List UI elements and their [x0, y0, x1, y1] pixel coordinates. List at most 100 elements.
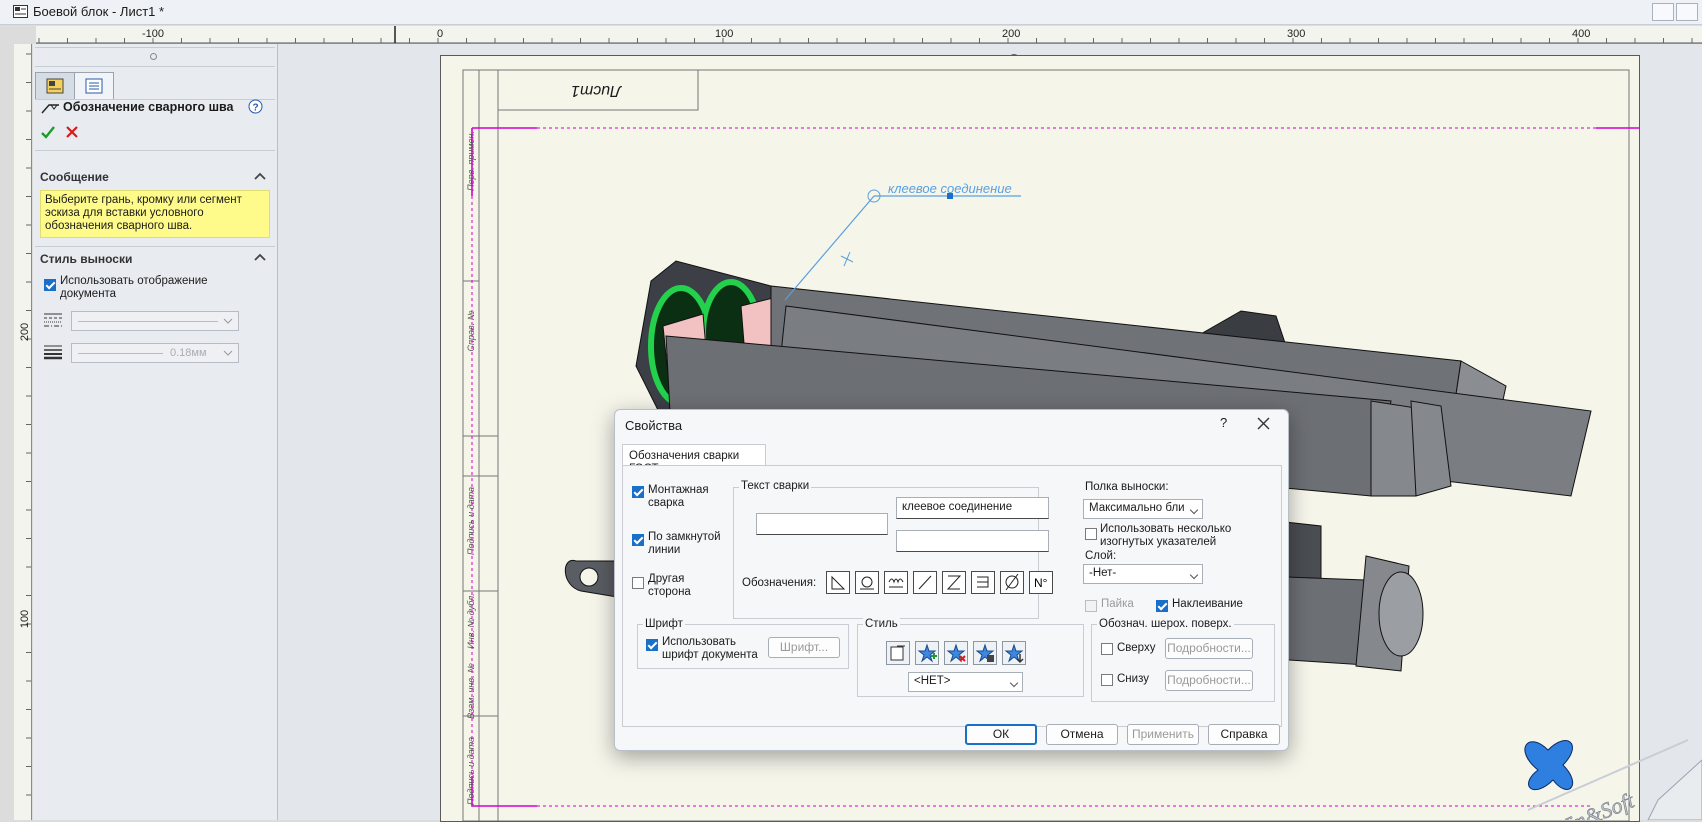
weld-text-field-3[interactable]	[896, 530, 1049, 552]
close-icon[interactable]	[1257, 417, 1270, 430]
app-icon	[13, 5, 28, 18]
property-manager-panel: Обозначение сварного шва ? Сообщение Выб…	[33, 44, 286, 820]
leader-shelf-select[interactable]: Максимально бли	[1083, 499, 1203, 519]
dialog-help-button[interactable]: ?	[1220, 415, 1227, 430]
line-thickness-icon	[44, 345, 62, 360]
use-doc-font-checkbox[interactable]	[646, 639, 658, 651]
chevron-down-icon	[1189, 505, 1199, 515]
multi-leaders-checkbox[interactable]	[1085, 528, 1097, 540]
roughness-top-checkbox[interactable]	[1101, 643, 1113, 655]
svg-text:N°: N°	[1034, 576, 1048, 590]
line-thickness-value: 0.18мм	[170, 347, 207, 359]
gluing-label: Наклеивание	[1172, 598, 1243, 610]
help-button[interactable]: Справка	[1208, 724, 1280, 745]
symbol-diameter-button[interactable]	[1000, 571, 1024, 594]
tab-feature-tree[interactable]	[74, 72, 114, 100]
ok-button[interactable]: ОК	[965, 724, 1037, 745]
dialog-title: Свойства	[625, 418, 683, 433]
z-icon	[946, 575, 962, 590]
load-style-button[interactable]	[1002, 641, 1026, 665]
add-style-button[interactable]	[915, 641, 939, 665]
wave-icon	[888, 578, 904, 588]
chevron-down-icon	[223, 318, 233, 324]
ruler-ticks	[26, 53, 31, 796]
svg-text:?: ?	[253, 103, 259, 114]
help-icon[interactable]: ?	[248, 99, 263, 114]
style-group-label: Стиль	[863, 618, 900, 630]
line-style-select[interactable]	[71, 311, 239, 331]
ruler-label: 0	[437, 28, 444, 40]
symbol-z-button[interactable]	[942, 571, 966, 594]
divider	[35, 47, 275, 48]
line-thickness-select[interactable]: 0.18мм	[71, 343, 239, 363]
properties-dialog: Свойства ? Обозначения сварки ГОСТ Монта…	[614, 409, 1289, 751]
slash-icon	[918, 575, 932, 590]
other-side-checkbox[interactable]	[632, 577, 644, 589]
ruler-label: -100	[142, 28, 165, 40]
ruler-label: 100	[715, 28, 734, 40]
cancel-x-icon[interactable]	[66, 126, 78, 138]
collapse-chevron-icon[interactable]	[254, 253, 266, 261]
use-doc-font-label: Использовать шрифт документа	[662, 636, 758, 661]
delete-style-button[interactable]	[944, 641, 968, 665]
save-style-button[interactable]	[973, 641, 997, 665]
mount-weld-label: Монтажная сварка	[648, 484, 709, 509]
style-select[interactable]: <НЕТ>	[908, 672, 1023, 692]
other-side-label: Другая сторона	[648, 573, 691, 598]
solder-checkbox[interactable]	[1085, 600, 1097, 612]
symbol-number-button[interactable]: N°	[1029, 571, 1053, 594]
diameter-icon	[1005, 573, 1019, 591]
close-window-button[interactable]	[1676, 3, 1698, 21]
chevron-down-icon	[223, 350, 233, 356]
mount-weld-checkbox[interactable]	[632, 486, 644, 498]
bracket-icon	[977, 576, 989, 588]
roughness-bottom-checkbox[interactable]	[1101, 674, 1113, 686]
weld-text-field-2[interactable]: клеевое соединение	[896, 497, 1049, 519]
ruler-label: 100	[19, 609, 32, 629]
roughness-bottom-label: Снизу	[1117, 673, 1149, 685]
property-manager-icon	[46, 78, 64, 94]
load-star-icon	[1004, 643, 1024, 664]
symbol-fillet-button[interactable]	[826, 571, 850, 594]
apply-button[interactable]: Применить	[1127, 724, 1199, 745]
ok-check-icon[interactable]	[41, 126, 55, 139]
add-star-icon	[917, 643, 937, 663]
designations-label: Обозначения:	[742, 577, 817, 589]
window-title: Боевой блок - Лист1 *	[33, 4, 165, 19]
tab-property-manager[interactable]	[35, 72, 75, 100]
apply-style-icon	[890, 645, 905, 661]
symbol-circle-button[interactable]	[855, 571, 879, 594]
symbol-slash-button[interactable]	[913, 571, 937, 594]
weld-text-field-1[interactable]	[756, 513, 888, 535]
collapse-chevron-icon[interactable]	[254, 172, 266, 180]
fillet-weld-icon	[831, 575, 846, 590]
roughness-bottom-details-button[interactable]: Подробности...	[1165, 670, 1253, 691]
ruler-label: 200	[19, 322, 32, 342]
gluing-checkbox[interactable]	[1156, 600, 1168, 612]
font-button[interactable]: Шрифт...	[768, 637, 840, 658]
tab-gost-weld-symbols[interactable]: Обозначения сварки ГОСТ	[622, 444, 766, 475]
closed-line-checkbox[interactable]	[632, 534, 644, 546]
restore-window-button[interactable]	[1652, 3, 1674, 21]
cancel-button[interactable]: Отмена	[1046, 724, 1118, 745]
symbol-wave-button[interactable]	[884, 571, 908, 594]
layer-label: Слой:	[1085, 550, 1117, 562]
roughness-top-details-button[interactable]: Подробности...	[1165, 638, 1253, 659]
window-titlebar: Боевой блок - Лист1 *	[0, 0, 1702, 25]
weld-annotation-text[interactable]: клеевое соединение	[888, 181, 1012, 196]
vertical-ruler: 200 100	[14, 44, 32, 820]
ruler-label: 300	[1287, 28, 1306, 40]
symbol-bracket-button[interactable]	[971, 571, 995, 594]
message-header: Сообщение	[40, 170, 109, 184]
use-doc-display-checkbox[interactable]	[44, 279, 56, 291]
panel-grip[interactable]	[150, 53, 157, 60]
chevron-down-icon	[1189, 570, 1199, 580]
divider	[35, 246, 275, 247]
leader-shelf-label: Полка выноски:	[1085, 481, 1169, 493]
line-style-icon	[44, 313, 62, 327]
font-group-label: Шрифт	[643, 618, 685, 630]
divider	[35, 66, 275, 67]
apply-style-button[interactable]	[886, 641, 910, 665]
layer-select[interactable]: -Нет-	[1083, 564, 1203, 584]
leader-style-header: Стиль выноски	[40, 252, 133, 266]
